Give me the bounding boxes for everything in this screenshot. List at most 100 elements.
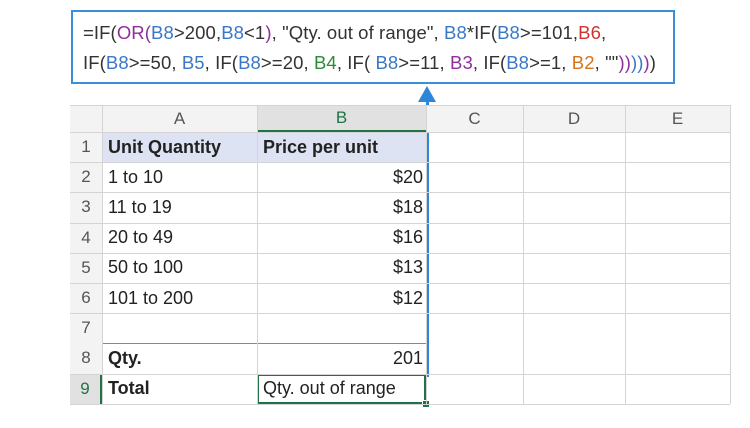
cell-b9[interactable]: Qty. out of range bbox=[257, 373, 426, 404]
formula-token: B8 bbox=[375, 52, 399, 73]
formula-token: , bbox=[600, 22, 607, 43]
gridline bbox=[70, 222, 730, 224]
formula-token: IF( bbox=[83, 52, 106, 73]
gridline bbox=[730, 105, 731, 404]
formula-token: ) bbox=[649, 52, 657, 73]
formula-token: >=50, bbox=[128, 52, 182, 73]
row-header-3[interactable]: 3 bbox=[70, 192, 102, 223]
cell-b4[interactable]: $16 bbox=[257, 223, 426, 253]
cell-b2[interactable]: $20 bbox=[257, 162, 426, 192]
cell-b5[interactable]: $13 bbox=[257, 253, 426, 283]
cell-b7[interactable] bbox=[257, 313, 426, 343]
formula-token: , "" bbox=[594, 52, 619, 73]
cell-c6[interactable] bbox=[426, 283, 523, 313]
row-header-2[interactable]: 2 bbox=[70, 162, 102, 193]
cell-b6[interactable]: $12 bbox=[257, 283, 426, 313]
formula-token: B3 bbox=[450, 52, 473, 73]
row-header-4[interactable]: 4 bbox=[70, 222, 102, 253]
formula-token: B8 bbox=[105, 52, 129, 73]
cell-a3[interactable]: 11 to 19 bbox=[102, 192, 257, 222]
formula-token: B8 bbox=[497, 22, 520, 43]
cell-b1[interactable]: Price per unit bbox=[257, 132, 426, 163]
gridline bbox=[70, 283, 730, 284]
cell-a9[interactable]: Total bbox=[102, 374, 257, 404]
gridline bbox=[426, 105, 427, 404]
cell-e1[interactable] bbox=[625, 132, 730, 162]
select-all-corner[interactable] bbox=[70, 105, 102, 132]
formula-token: , IF( bbox=[472, 52, 507, 73]
cell-d4[interactable] bbox=[523, 223, 625, 253]
formula-token: B8 bbox=[221, 22, 245, 43]
cell-a1[interactable]: Unit Quantity bbox=[102, 132, 257, 163]
cell-e2[interactable] bbox=[625, 162, 730, 192]
row-header-8[interactable]: 8 bbox=[70, 343, 102, 374]
gridline bbox=[523, 105, 524, 404]
cell-d9[interactable] bbox=[523, 374, 625, 404]
cell-e8[interactable] bbox=[625, 343, 730, 373]
formula-token: B8 bbox=[238, 52, 261, 73]
formula-token: *IF( bbox=[466, 22, 498, 43]
row-header-1[interactable]: 1 bbox=[70, 132, 102, 163]
cell-a6[interactable]: 101 to 200 bbox=[102, 283, 257, 313]
cell-d3[interactable] bbox=[523, 192, 625, 222]
cell-c3[interactable] bbox=[426, 192, 523, 222]
cell-d1[interactable] bbox=[523, 132, 625, 162]
column-header-c[interactable]: C bbox=[426, 105, 523, 132]
row-header-6[interactable]: 6 bbox=[70, 283, 102, 314]
formula-token: )) bbox=[618, 52, 631, 73]
column-header-d[interactable]: D bbox=[523, 105, 625, 132]
cell-d2[interactable] bbox=[523, 162, 625, 192]
formula-token: B2 bbox=[571, 52, 595, 73]
cell-b8[interactable]: 201 bbox=[257, 343, 426, 373]
cell-c1[interactable] bbox=[426, 132, 523, 162]
row-header-7[interactable]: 7 bbox=[70, 313, 102, 344]
column-header-e[interactable]: E bbox=[625, 105, 730, 132]
cell-a2[interactable]: 1 to 10 bbox=[102, 162, 257, 192]
gridline bbox=[625, 105, 626, 404]
gridline bbox=[70, 162, 730, 164]
formula-token: )) bbox=[630, 52, 644, 73]
cell-e6[interactable] bbox=[625, 283, 730, 313]
gridline bbox=[257, 105, 258, 404]
cell-c5[interactable] bbox=[426, 253, 523, 283]
row-header-5[interactable]: 5 bbox=[70, 252, 102, 283]
cell-e3[interactable] bbox=[625, 192, 730, 222]
formula-token: OR( bbox=[116, 22, 152, 43]
cell-a7[interactable] bbox=[102, 313, 257, 343]
cell-a5[interactable]: 50 to 100 bbox=[102, 253, 257, 283]
cell-e9[interactable] bbox=[625, 374, 730, 404]
column-header-b[interactable]: B bbox=[257, 105, 426, 132]
formula-token: B8 bbox=[151, 22, 174, 43]
formula-callout: =IF(OR(B8>200,B8<1), "Qty. out of range"… bbox=[71, 10, 675, 84]
cell-c8[interactable] bbox=[426, 343, 523, 373]
formula-token: B5 bbox=[181, 52, 205, 73]
cell-e5[interactable] bbox=[625, 253, 730, 283]
gridline bbox=[102, 343, 426, 345]
formula-token: B8 bbox=[506, 52, 530, 73]
cell-c9[interactable] bbox=[426, 374, 523, 404]
gridline bbox=[70, 192, 730, 194]
gridline bbox=[70, 252, 730, 254]
cell-c4[interactable] bbox=[426, 223, 523, 253]
formula-token: , IF( bbox=[204, 52, 239, 73]
formula-token: B8 bbox=[444, 22, 467, 43]
cell-e7[interactable] bbox=[625, 313, 730, 343]
column-header-a[interactable]: A bbox=[102, 105, 257, 132]
gridline bbox=[70, 132, 730, 133]
cell-d7[interactable] bbox=[523, 313, 625, 343]
cell-c2[interactable] bbox=[426, 162, 523, 192]
cell-b3[interactable]: $18 bbox=[257, 192, 426, 222]
cell-d8[interactable] bbox=[523, 343, 625, 373]
formula-token: >=1, bbox=[529, 52, 572, 73]
formula-token: >=11, bbox=[398, 52, 450, 73]
cell-a8[interactable]: Qty. bbox=[102, 343, 257, 373]
gridline bbox=[102, 105, 103, 404]
formula-token: >200, bbox=[173, 22, 222, 43]
cell-d6[interactable] bbox=[523, 283, 625, 313]
formula-token: <1 bbox=[244, 22, 266, 43]
cell-a4[interactable]: 20 to 49 bbox=[102, 223, 257, 253]
row-header-9[interactable]: 9 bbox=[70, 373, 102, 404]
cell-d5[interactable] bbox=[523, 253, 625, 283]
cell-c7[interactable] bbox=[426, 313, 523, 343]
cell-e4[interactable] bbox=[625, 223, 730, 253]
